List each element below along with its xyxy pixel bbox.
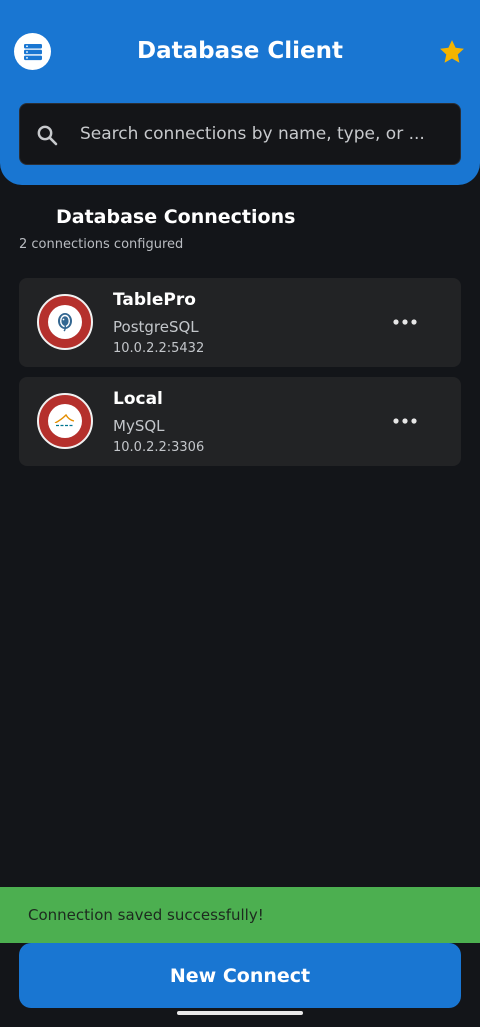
search-input[interactable] [80,104,440,164]
star-icon [440,40,464,63]
search-bar[interactable] [19,103,461,165]
connection-name: Local [113,389,163,409]
search-icon [37,125,58,146]
app-header: Database Client [0,0,480,185]
more-horizontal-icon [393,319,417,325]
snackbar: Connection saved successfully! [0,887,480,943]
home-indicator[interactable] [177,1011,303,1015]
new-connect-button[interactable]: New Connect [19,943,461,1008]
snackbar-message: Connection saved successfully! [28,906,264,924]
connection-host: 10.0.2.2:3306 [113,440,205,455]
favorite-button[interactable] [436,36,468,68]
connection-card[interactable]: TablePro PostgreSQL 10.0.2.2:5432 [19,278,461,367]
connection-count: 2 connections configured [19,237,184,252]
app-screen: Database Client Database Connections 2 c… [0,0,480,1027]
connection-host: 10.0.2.2:5432 [113,341,205,356]
mysql-logo-icon [54,413,75,427]
connection-card[interactable]: Local MySQL 10.0.2.2:3306 [19,377,461,466]
app-title: Database Client [136,38,344,64]
connection-logo [37,294,93,350]
section-title: Database Connections [56,206,296,228]
connection-type: PostgreSQL [113,318,199,336]
connection-name: TablePro [113,290,196,310]
more-horizontal-icon [393,418,417,424]
postgresql-logo-icon [58,313,72,332]
more-options-button[interactable] [387,407,423,435]
more-options-button[interactable] [387,308,423,336]
connection-type: MySQL [113,417,165,435]
connection-logo [37,393,93,449]
